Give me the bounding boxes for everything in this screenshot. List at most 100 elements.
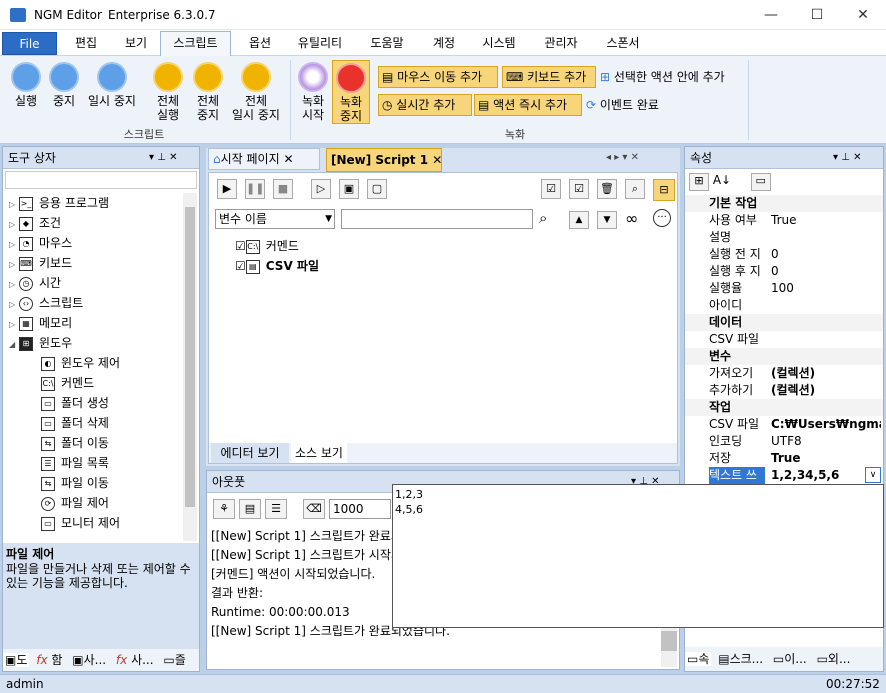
add-action-now-button[interactable]: ▤ 액션 즉시 추가	[474, 94, 582, 116]
tab-source-view[interactable]: 소스 보기	[291, 443, 347, 463]
section-data[interactable]: 데이터	[685, 314, 883, 331]
menu-admin[interactable]: 관리자	[536, 34, 586, 54]
tab-image[interactable]: ▭이...	[770, 652, 810, 666]
record-start-button[interactable]: 녹화 시작	[296, 62, 330, 122]
tab-user[interactable]: ▣사...	[69, 653, 109, 667]
add-in-selected-button[interactable]: ⊞ 선택한 액션 안에 추가	[600, 68, 725, 85]
event-complete-button[interactable]: ⟳ 이벤트 완료	[586, 96, 659, 113]
output-count-stepper[interactable]: 1000	[329, 499, 391, 519]
tab-external[interactable]: ▭외...	[814, 652, 854, 666]
prop-row[interactable]: 설명	[685, 229, 883, 246]
sort-az-icon[interactable]: A↓	[713, 173, 733, 187]
run-button[interactable]: 실행	[6, 62, 46, 108]
tab-editor-view[interactable]: 에디터 보기	[211, 443, 289, 463]
prop-row[interactable]: 저장 True	[685, 450, 883, 467]
minimize-button[interactable]: —	[748, 0, 794, 30]
tree-item-app[interactable]: ▷ >_ 응용 프로그램	[9, 193, 187, 213]
tree-item-time[interactable]: ▷ ◷ 시간	[9, 273, 187, 293]
stop-icon[interactable]: ■	[273, 179, 293, 199]
menu-view[interactable]: 보기	[116, 34, 156, 54]
section-basic[interactable]: 기본 작업	[685, 195, 883, 212]
prop-row[interactable]: 인코딩 UTF8	[685, 433, 883, 450]
close-button[interactable]: ✕	[840, 0, 886, 30]
search-icon[interactable]: ⌕	[625, 179, 645, 199]
up-icon[interactable]: ▲	[569, 211, 589, 229]
tab-functions[interactable]: fx 함	[33, 653, 65, 667]
tree-item-window-control[interactable]: ◐ 윈도우 제어	[9, 353, 187, 373]
tab-script-1[interactable]: [New] Script 1 ✕	[326, 148, 442, 172]
property-pages-icon[interactable]: ▭	[750, 173, 771, 191]
menu-utility[interactable]: 유틸리티	[290, 34, 350, 54]
menu-system[interactable]: 시스템	[474, 34, 524, 54]
tree-item-monitor-control[interactable]: ▭ 모니터 제어	[9, 513, 187, 533]
tab-properties[interactable]: ▭속	[685, 652, 712, 666]
text-value-popup[interactable]: 1,2,3 4,5,6	[392, 484, 884, 628]
run-all-button[interactable]: 전체 실행	[148, 62, 188, 122]
check-all-icon[interactable]: ☑	[541, 179, 561, 199]
stop-all-button[interactable]: 전체 중지	[188, 62, 228, 122]
stop-button[interactable]: 중지	[46, 62, 82, 108]
menu-help[interactable]: 도움말	[362, 34, 412, 54]
prop-row[interactable]: 실행 후 지 0	[685, 263, 883, 280]
close-icon[interactable]: ✕	[283, 152, 293, 166]
prop-row[interactable]: 아이디	[685, 297, 883, 314]
wrap-icon[interactable]: ☰	[265, 499, 287, 519]
close-icon[interactable]: ✕	[432, 153, 442, 167]
tree-item-file-move[interactable]: ⇆ 파일 이동	[9, 473, 187, 493]
chevron-down-icon[interactable]: ∨	[865, 467, 881, 483]
more-icon[interactable]: ···	[653, 209, 671, 227]
tab-user-func[interactable]: fx 사...	[113, 653, 157, 667]
pin-icon[interactable]: ▾ ⊥ ✕	[149, 147, 177, 169]
file-menu[interactable]: File	[2, 32, 57, 55]
scroll-thumb[interactable]	[185, 207, 195, 507]
node-command[interactable]: ☑ C:\ 커멘드	[235, 237, 299, 254]
tree-item-window[interactable]: ◢ ⊞ 윈도우	[9, 333, 187, 353]
down-icon[interactable]: ▼	[597, 211, 617, 229]
tab-favorites[interactable]: ▭즐	[160, 653, 188, 667]
tree-item-file-control[interactable]: ⟳ 파일 제어	[9, 493, 187, 513]
add-mouse-move-button[interactable]: ▤ 마우스 이동 추가	[378, 66, 498, 88]
prop-row[interactable]: 추가하기 (컬렉션)	[685, 382, 883, 399]
check-icon[interactable]: ☑	[569, 179, 589, 199]
tab-script-list[interactable]: ▤스크...	[715, 652, 766, 666]
prop-row[interactable]: 실행율 100	[685, 280, 883, 297]
tree-item-condition[interactable]: ▷ ◆ 조건	[9, 213, 187, 233]
prop-row[interactable]: 가져오기 (컬렉션)	[685, 365, 883, 382]
scroll-thumb[interactable]	[661, 631, 677, 651]
maximize-button[interactable]: ☐	[794, 0, 840, 30]
tree-item-mouse[interactable]: ▷ ◔ 마우스	[9, 233, 187, 253]
section-work[interactable]: 작업	[685, 399, 883, 416]
prop-row[interactable]: 사용 여부 True	[685, 212, 883, 229]
variable-search-input[interactable]	[341, 209, 533, 229]
menu-sponsor[interactable]: 스폰서	[598, 34, 648, 54]
delete-icon[interactable]: 🗑	[597, 179, 617, 199]
menu-edit[interactable]: 편집	[66, 34, 106, 54]
eraser-icon[interactable]: ⌫	[303, 499, 325, 519]
tab-start-page[interactable]: ⌂시작 페이지 ✕	[208, 148, 320, 170]
step-icon[interactable]: ▷	[311, 179, 331, 199]
tree-item-memory[interactable]: ▷ ▦ 메모리	[9, 313, 187, 333]
tree-item-folder-delete[interactable]: ▭ 폴더 삭제	[9, 413, 187, 433]
tree-item-command[interactable]: C:\ 커멘드	[9, 373, 187, 393]
add-realtime-button[interactable]: ◷ 실시간 추가	[378, 94, 472, 116]
doc-tab-controls[interactable]: ◂ ▸ ▾ ✕	[606, 152, 639, 163]
step-into-icon[interactable]: ▣	[339, 179, 359, 199]
doc-icon[interactable]: ▤	[239, 499, 261, 519]
step-over-icon[interactable]: ▢	[367, 179, 387, 199]
tree-view-icon[interactable]: ⊟	[653, 179, 675, 201]
tree-item-file-list[interactable]: ☰ 파일 목록	[9, 453, 187, 473]
toolbox-scrollbar[interactable]	[183, 193, 197, 541]
search-icon[interactable]: ⌕	[539, 209, 547, 227]
menu-options[interactable]: 옵션	[240, 34, 280, 54]
play-icon[interactable]: ▶	[217, 179, 237, 199]
variable-select[interactable]: 변수 이름 ▼	[215, 209, 335, 229]
section-variable[interactable]: 변수	[685, 348, 883, 365]
record-stop-button[interactable]: 녹화 중지	[332, 60, 370, 124]
infinity-icon[interactable]: ∞	[625, 209, 638, 228]
checkbox-icon[interactable]: ☑	[235, 259, 246, 273]
categorized-icon[interactable]: ⊞	[689, 173, 709, 191]
tree-item-folder-create[interactable]: ▭ 폴더 생성	[9, 393, 187, 413]
pause-button[interactable]: 일시 중지	[84, 62, 140, 108]
pin-icon[interactable]: ▾ ⊥ ✕	[833, 147, 861, 169]
prop-row[interactable]: CSV 파일	[685, 331, 883, 348]
